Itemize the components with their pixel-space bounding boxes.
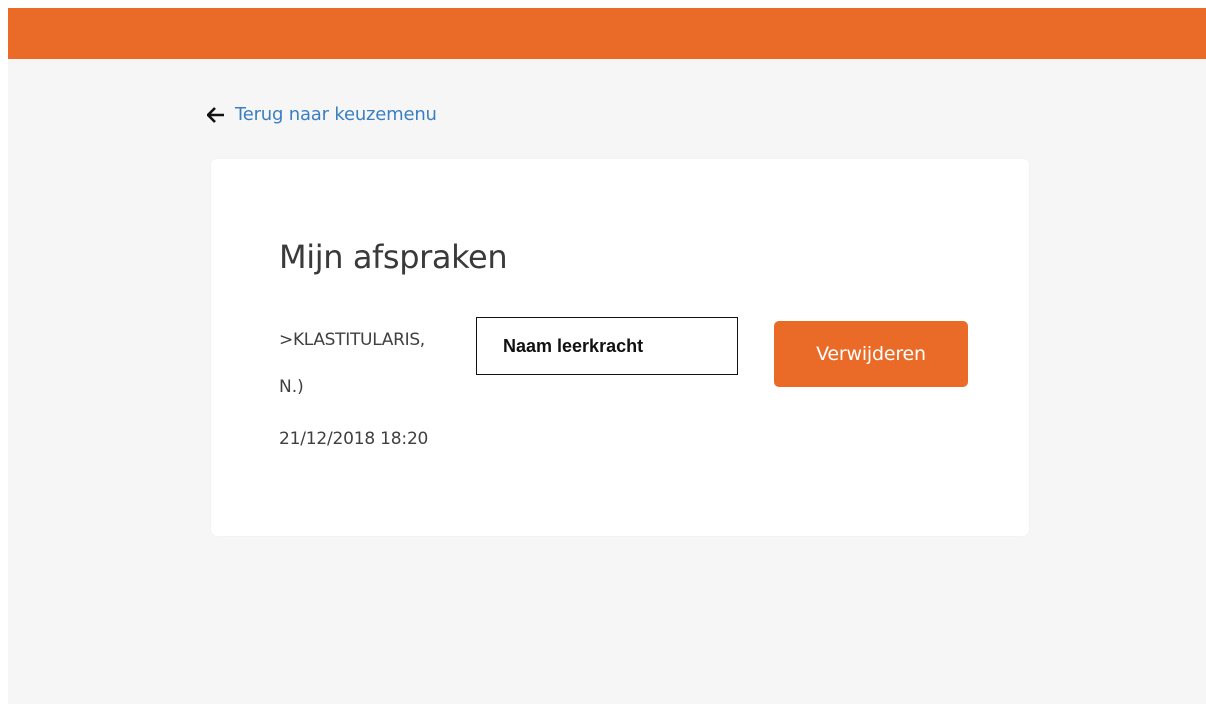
teacher-name-placeholder: Naam leerkracht — [503, 335, 644, 356]
appointment-teacher-role: >KLASTITULARIS, — [279, 330, 425, 350]
top-bar — [8, 8, 1206, 59]
page: Terug naar keuzemenu Mijn afspraken >KLA… — [8, 8, 1206, 704]
appointments-card: Mijn afspraken >KLASTITULARIS, N.) 21/12… — [211, 159, 1029, 536]
arrow-left-icon — [206, 107, 225, 123]
delete-appointment-button[interactable]: Verwijderen — [774, 321, 968, 387]
teacher-name-redaction: Naam leerkracht — [476, 317, 738, 375]
page-title: Mijn afspraken — [279, 238, 508, 276]
back-link-label: Terug naar keuzemenu — [235, 104, 437, 125]
back-to-menu-link[interactable]: Terug naar keuzemenu — [206, 104, 437, 126]
appointment-teacher-initial: N.) — [279, 377, 304, 397]
appointment-datetime: 21/12/2018 18:20 — [279, 429, 429, 449]
